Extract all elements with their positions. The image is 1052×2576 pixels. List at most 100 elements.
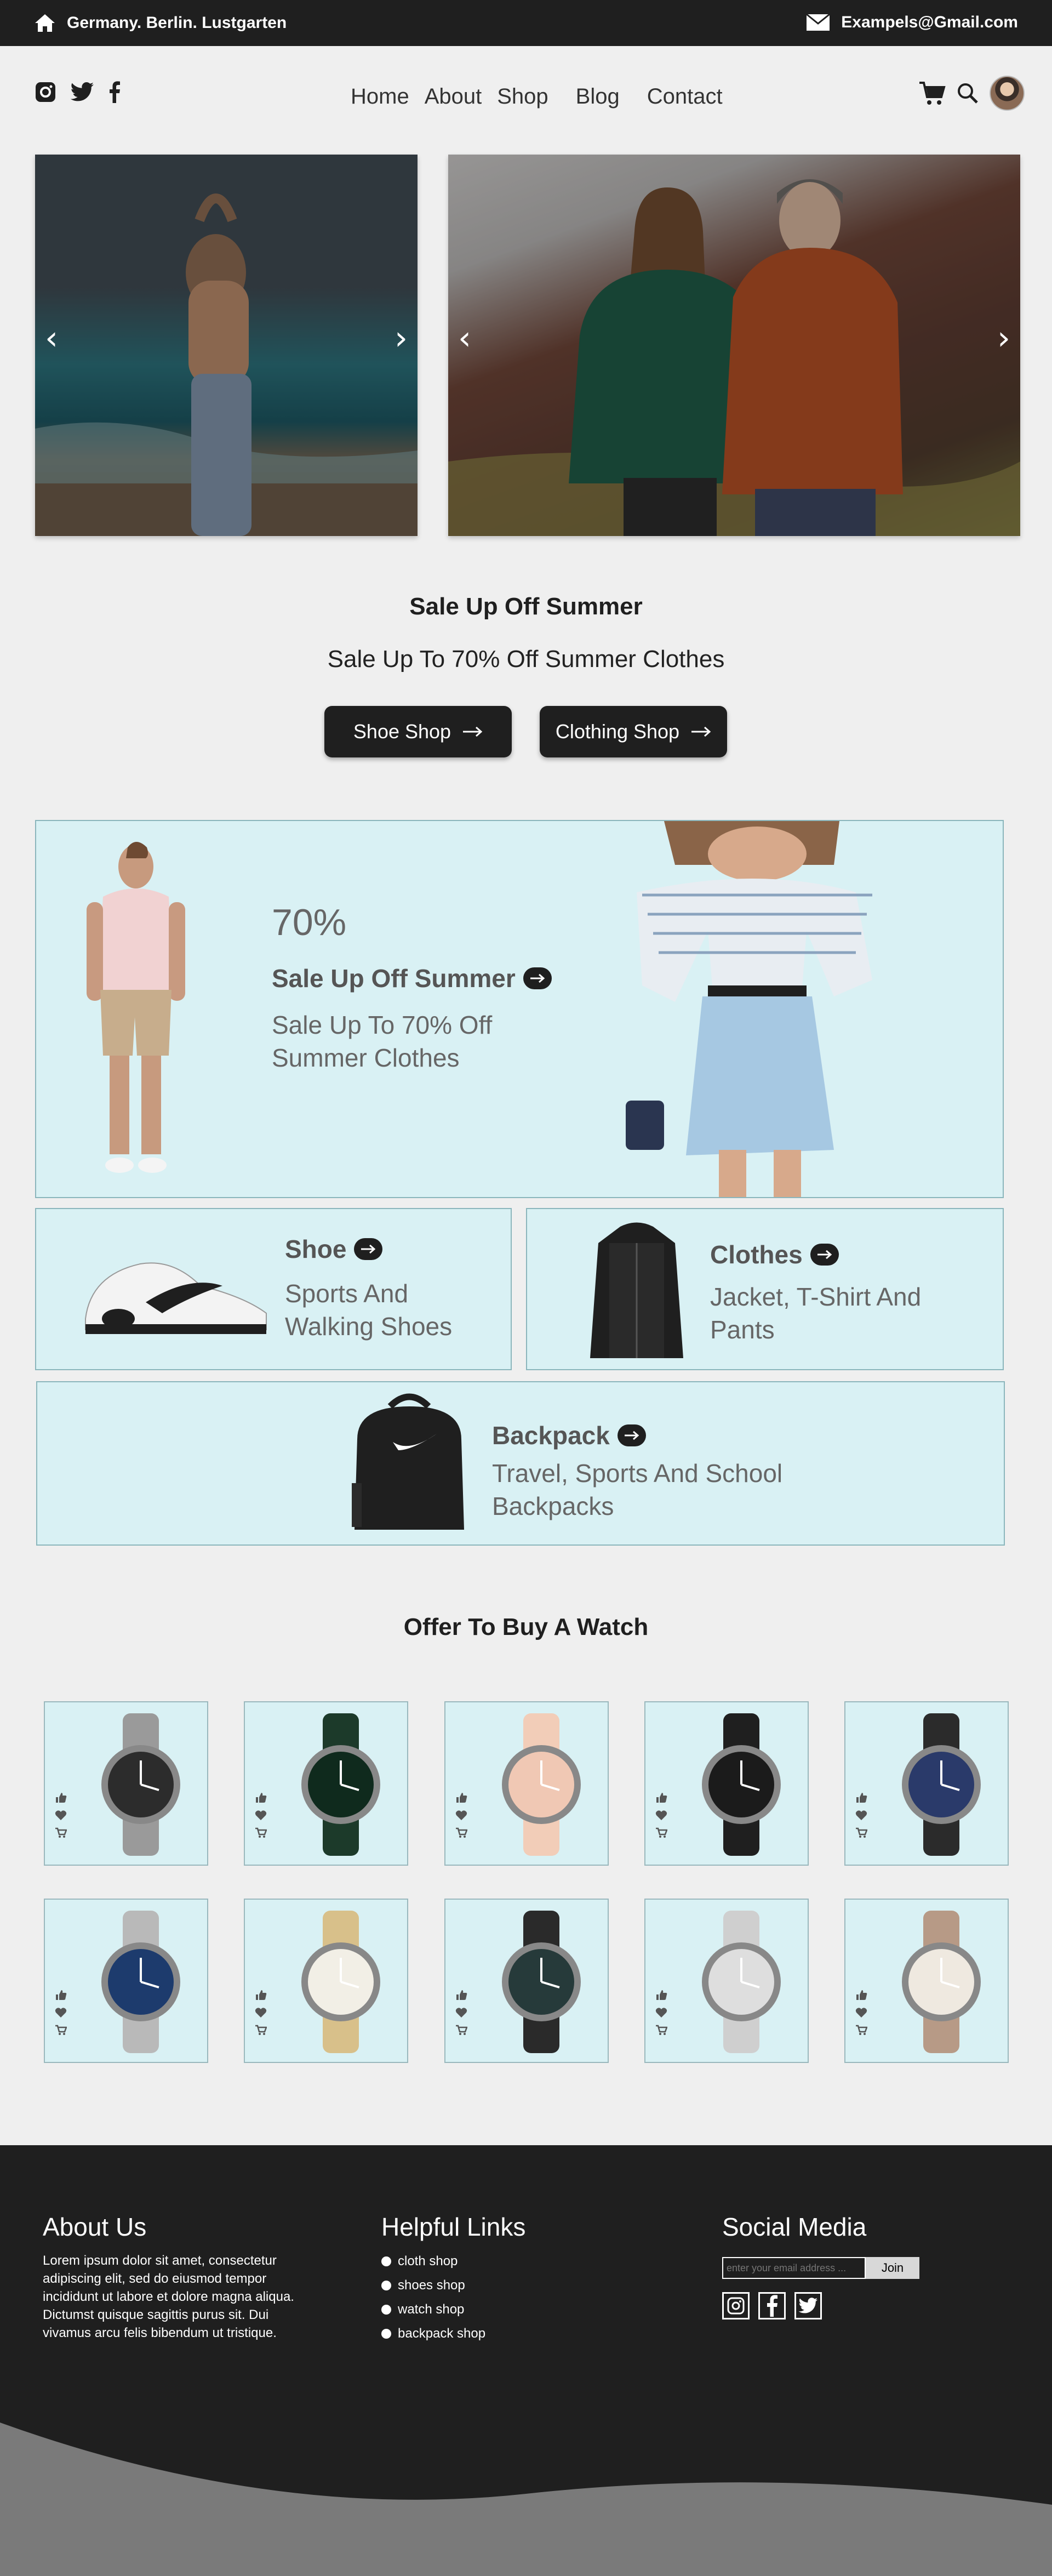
like-icon[interactable] (55, 1990, 67, 2001)
cart-icon[interactable] (55, 1827, 67, 1838)
footer-link-cloth-shop[interactable]: cloth shop (381, 2249, 485, 2273)
footer-link-backpack-shop[interactable]: backpack shop (381, 2322, 485, 2346)
instagram-icon[interactable] (35, 82, 56, 102)
promo-heading[interactable]: Sale Up Off Summer (272, 964, 552, 993)
like-icon[interactable] (455, 1990, 467, 2001)
shoe-shop-button[interactable]: Shoe Shop (324, 706, 512, 757)
search-icon[interactable] (957, 82, 979, 104)
clothing-shop-button[interactable]: Clothing Shop (540, 706, 727, 757)
backpack-desc-line1: Travel, Sports And School (492, 1459, 783, 1488)
watch-card[interactable] (444, 1899, 609, 2063)
cart-icon[interactable] (55, 2025, 67, 2036)
watch-card[interactable] (644, 1701, 809, 1866)
home-icon (35, 14, 55, 32)
shoe-heading[interactable]: Shoe (285, 1234, 383, 1264)
watch-card[interactable] (444, 1701, 609, 1866)
cart-icon[interactable] (855, 1827, 867, 1838)
summer-promo-card[interactable]: 70% Sale Up Off Summer Sale Up To 70% Of… (35, 820, 1004, 1198)
nav-blog[interactable]: Blog (576, 84, 620, 109)
facebook-icon[interactable] (758, 2292, 786, 2319)
cart-icon[interactable] (655, 2025, 667, 2036)
clothes-heading[interactable]: Clothes (710, 1240, 839, 1269)
arrow-right-circle-icon (810, 1244, 839, 1266)
arrow-right-circle-icon (523, 967, 552, 989)
prev-arrow-icon[interactable]: ‹ (45, 319, 58, 357)
watch-card[interactable] (644, 1899, 809, 2063)
watch-image (702, 1911, 781, 2053)
nav-contact[interactable]: Contact (647, 84, 723, 109)
heart-icon[interactable] (455, 1810, 467, 1821)
watch-card[interactable] (844, 1899, 1009, 2063)
backpack-title: Backpack (492, 1421, 610, 1450)
clothes-category-card[interactable]: Clothes Jacket, T-Shirt And Pants (526, 1208, 1004, 1370)
cart-icon[interactable] (255, 2025, 267, 2036)
heart-icon[interactable] (255, 1810, 267, 1821)
instagram-icon[interactable] (722, 2292, 750, 2319)
top-bar: Germany. Berlin. Lustgarten Exampels@Gma… (0, 0, 1052, 46)
like-icon[interactable] (55, 1792, 67, 1803)
nav-about[interactable]: About (425, 84, 482, 109)
twitter-icon[interactable] (794, 2292, 822, 2319)
backpack-desc-line2: Backpacks (492, 1492, 614, 1520)
cart-icon[interactable] (455, 2025, 467, 2036)
like-icon[interactable] (255, 1990, 267, 2001)
email-contact[interactable]: Exampels@Gmail.com (806, 13, 1018, 32)
email-text[interactable]: Exampels@Gmail.com (841, 13, 1018, 32)
heart-icon[interactable] (655, 1810, 667, 1821)
backpack-category-card[interactable]: Backpack Travel, Sports And School Backp… (36, 1381, 1005, 1546)
heart-icon[interactable] (855, 1810, 867, 1821)
cart-icon[interactable] (918, 81, 946, 106)
shoe-category-card[interactable]: Shoe Sports And Walking Shoes (35, 1208, 512, 1370)
like-icon[interactable] (655, 1792, 667, 1803)
next-arrow-icon[interactable]: › (997, 319, 1010, 357)
arrow-right-icon (463, 726, 483, 737)
heart-icon[interactable] (855, 2007, 867, 2018)
watch-image (502, 1713, 581, 1856)
nav-shop[interactable]: Shop (497, 84, 548, 109)
backpack-image (352, 1393, 464, 1530)
like-icon[interactable] (655, 1990, 667, 2001)
avatar[interactable] (990, 76, 1025, 111)
watch-section-title: Offer To Buy A Watch (403, 1614, 649, 1640)
footer-link-watch-shop[interactable]: watch shop (381, 2298, 485, 2322)
like-icon[interactable] (255, 1792, 267, 1803)
facebook-icon[interactable] (108, 81, 121, 103)
twitter-icon[interactable] (70, 82, 94, 102)
heart-icon[interactable] (455, 2007, 467, 2018)
like-icon[interactable] (455, 1792, 467, 1803)
bullet-icon (381, 2281, 391, 2290)
heart-icon[interactable] (55, 2007, 67, 2018)
clothing-shop-label: Clothing Shop (555, 720, 680, 743)
promo-desc-line1: Sale Up To 70% Off (272, 1011, 493, 1039)
watch-card[interactable] (844, 1701, 1009, 1866)
man-model-image (87, 842, 185, 1173)
like-icon[interactable] (855, 1792, 867, 1803)
watch-card[interactable] (44, 1899, 208, 2063)
watch-card[interactable] (244, 1701, 408, 1866)
cart-icon[interactable] (655, 1827, 667, 1838)
like-icon[interactable] (855, 1990, 867, 2001)
cart-icon[interactable] (255, 1827, 267, 1838)
nav-home[interactable]: Home (351, 84, 409, 109)
join-button[interactable]: Join (866, 2257, 919, 2279)
watch-actions (55, 1990, 67, 2036)
backpack-heading[interactable]: Backpack (492, 1421, 646, 1450)
location-text: Germany. Berlin. Lustgarten (67, 14, 287, 32)
next-arrow-icon[interactable]: › (395, 319, 408, 357)
cart-icon[interactable] (455, 1827, 467, 1838)
prev-arrow-icon[interactable]: ‹ (458, 319, 471, 357)
hero-slider-right: ‹ › (448, 155, 1020, 536)
hero-slider-left: ‹ › (35, 155, 418, 536)
footer-social-icons (722, 2292, 822, 2319)
heart-icon[interactable] (655, 2007, 667, 2018)
heart-icon[interactable] (55, 1810, 67, 1821)
footer-link-shoes-shop[interactable]: shoes shop (381, 2273, 485, 2298)
watch-card[interactable] (244, 1899, 408, 2063)
heart-icon[interactable] (255, 2007, 267, 2018)
email-input[interactable] (722, 2257, 866, 2279)
bullet-icon (381, 2329, 391, 2339)
bullet-icon (381, 2256, 391, 2266)
links-title: Helpful Links (381, 2213, 526, 2241)
watch-card[interactable] (44, 1701, 208, 1866)
cart-icon[interactable] (855, 2025, 867, 2036)
